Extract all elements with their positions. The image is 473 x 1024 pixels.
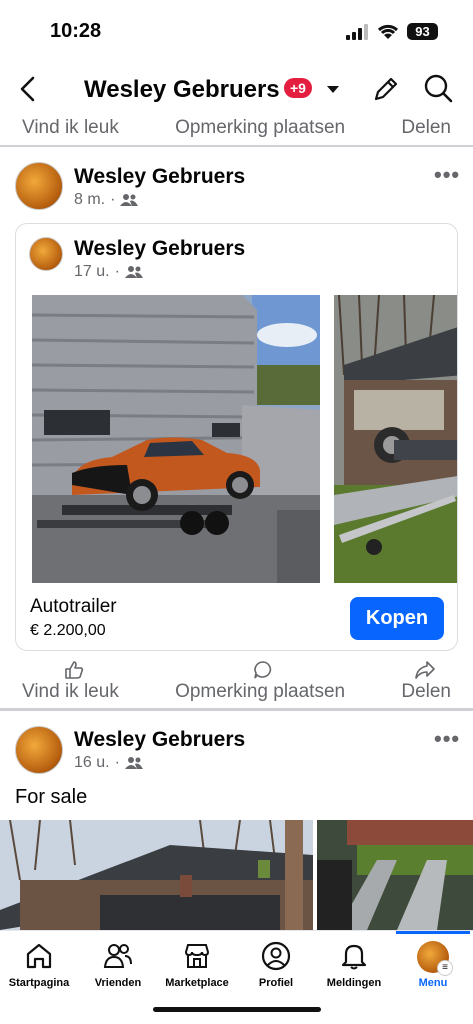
comment-button[interactable]: Opmerking plaatsen [175,681,345,709]
active-tab-indicator [396,931,470,934]
home-icon [26,943,52,969]
avatar[interactable] [15,726,63,774]
like-button[interactable]: Vind ik leuk [22,681,119,709]
avatar[interactable] [15,162,63,210]
comment-button[interactable]: Opmerking plaatsen [175,117,345,145]
chevron-down-icon[interactable] [326,85,340,95]
more-options-icon[interactable]: ••• [434,726,460,752]
like-icon[interactable] [64,660,84,680]
profile-icon [261,941,291,971]
friends-audience-icon [124,757,143,769]
post-photo-trailer[interactable] [317,820,473,930]
post-text: For sale [15,786,88,808]
bell-icon [341,944,367,970]
notification-badge: +9 [284,78,312,98]
post-photo-shed[interactable] [0,820,313,930]
post-author[interactable]: Wesley Gebruers [74,165,245,189]
pencil-icon[interactable] [371,74,401,104]
post-time[interactable]: 8 m. [74,191,105,209]
share-button[interactable]: Delen [401,681,451,709]
menu-avatar: ≡ [417,941,453,976]
post-meta: 8 m. · [74,191,139,209]
home-indicator [153,1007,321,1012]
listing-price: € 2.200,00 [30,622,106,639]
buy-button[interactable]: Kopen [350,597,444,640]
nav-notifications-label: Meldingen [326,977,382,989]
back-arrow-icon[interactable] [16,74,40,104]
post-action-icons [0,660,473,680]
nav-menu-label: Menu [418,977,448,989]
menu-icon: ≡ [437,960,453,976]
nav-menu[interactable]: ≡ Menu [393,941,473,989]
friends-audience-icon [124,266,143,278]
nav-notifications[interactable]: Meldingen [314,941,394,989]
shared-post-author[interactable]: Wesley Gebruers [74,237,245,261]
nav-profile-label: Profiel [258,977,294,989]
avatar[interactable] [29,237,63,271]
nav-friends[interactable]: Vrienden [78,941,158,989]
share-button[interactable]: Delen [401,117,451,145]
post-time[interactable]: 16 u. [74,754,110,772]
previous-post-actions: Vind ik leuk Opmerking plaatsen Delen [0,117,473,145]
nav-marketplace-label: Marketplace [165,977,229,989]
more-options-icon[interactable]: ••• [434,162,460,188]
share-icon[interactable] [415,660,435,680]
status-bar: 10:28 93 [0,0,473,62]
friends-icon [103,944,132,968]
like-button[interactable]: Vind ik leuk [22,117,119,145]
signal-icon [346,24,368,40]
friends-audience-icon [120,194,139,206]
marketplace-icon [184,944,210,968]
post-actions: Vind ik leuk Opmerking plaatsen Delen [0,681,473,709]
nav-marketplace[interactable]: Marketplace [157,941,237,989]
search-icon[interactable] [423,73,453,103]
group-header: Wesley Gebruers +9 [0,62,473,117]
post-meta: 16 u. · [74,754,143,772]
shared-post-meta: 17 u. · [74,263,143,281]
page-title[interactable]: Wesley Gebruers [84,76,280,104]
listing-photo-trailer[interactable] [334,295,457,583]
shared-listing-card[interactable]: Wesley Gebruers 17 u. · Autotrailer € 2.… [15,223,458,651]
status-time: 10:28 [50,20,102,42]
nav-home[interactable]: Startpagina [0,941,79,989]
wifi-icon [377,24,399,39]
nav-home-label: Startpagina [8,977,70,989]
battery-indicator: 93 [407,23,438,40]
comment-icon[interactable] [253,660,273,680]
post-author[interactable]: Wesley Gebruers [74,728,245,752]
nav-friends-label: Vrienden [94,977,142,989]
listing-title[interactable]: Autotrailer [30,596,117,618]
shared-post-time[interactable]: 17 u. [74,263,110,281]
nav-profile[interactable]: Profiel [236,941,316,989]
divider [0,145,473,147]
divider [0,708,473,711]
listing-photo-car-trailer[interactable] [32,295,320,583]
